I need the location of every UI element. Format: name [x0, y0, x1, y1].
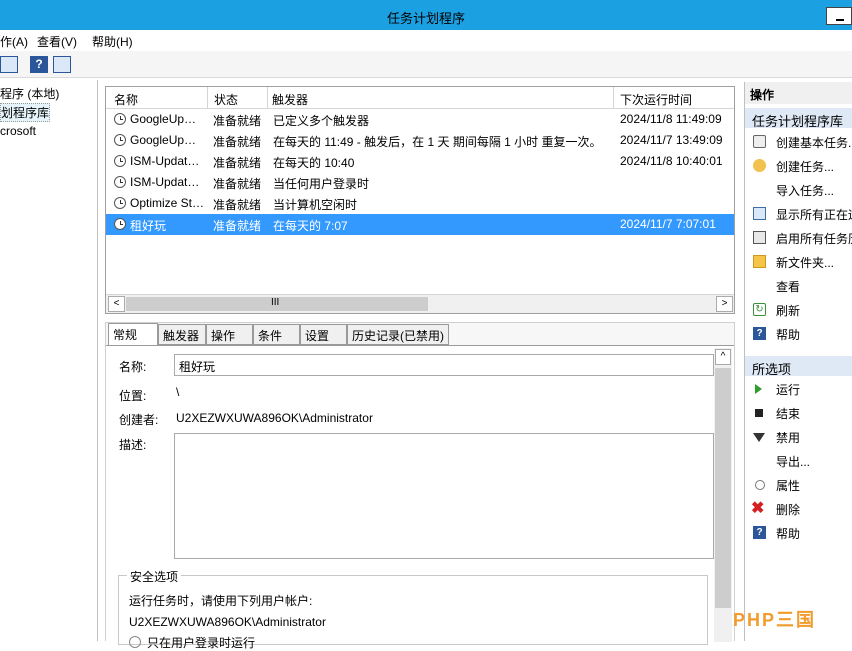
properties-icon: [755, 480, 765, 490]
run-as-user: U2XEZWXUWA896OK\Administrator: [129, 615, 326, 629]
task-list: 名称 状态 触发器 下次运行时间 GoogleUp… 准备就绪 已定义多个触发器…: [105, 86, 735, 314]
disable-icon: [753, 433, 765, 442]
tab-actions[interactable]: 操作: [206, 324, 253, 345]
scroll-left-icon[interactable]: <: [108, 296, 125, 312]
author-value: U2XEZWXUWA896OK\Administrator: [176, 411, 373, 425]
task-detail-pane: 常规 触发器 操作 条件 设置 历史记录(已禁用) 名称: 租好玩 位置: \ …: [105, 322, 735, 650]
description-field[interactable]: [174, 433, 714, 559]
action-end[interactable]: 结束: [745, 402, 852, 424]
action-delete[interactable]: ✖ 删除: [745, 498, 852, 520]
menu-help[interactable]: 帮助(H): [92, 33, 133, 50]
actions-header: 操作: [745, 82, 852, 104]
table-row[interactable]: GoogleUp… 准备就绪 已定义多个触发器 2024/11/8 11:49:…: [106, 109, 734, 130]
task-list-header: 名称 状态 触发器 下次运行时间: [106, 87, 734, 109]
column-next-run[interactable]: 下次运行时间: [620, 91, 692, 108]
location-value: \: [176, 385, 180, 399]
action-run[interactable]: 运行: [745, 378, 852, 400]
security-legend: 安全选项: [127, 568, 182, 585]
action-new-folder[interactable]: 新文件夹...: [745, 251, 852, 273]
clock-icon: [114, 155, 126, 167]
scroll-thumb[interactable]: [715, 368, 731, 608]
description-label: 描述:: [119, 438, 147, 452]
horizontal-scrollbar[interactable]: < III >: [106, 294, 734, 313]
watermark-logo: PHP三国: [733, 610, 817, 630]
radio-logged-on[interactable]: [129, 636, 141, 648]
menu-view[interactable]: 查看(V): [37, 33, 77, 50]
action-help[interactable]: ? 帮助: [745, 323, 852, 345]
clock-icon: [114, 218, 126, 230]
column-trigger[interactable]: 触发器: [272, 91, 308, 108]
tab-conditions[interactable]: 条件: [253, 324, 300, 345]
general-tab-content: 名称: 租好玩 位置: \ 创建者: U2XEZWXUWA896OK\Admin…: [106, 345, 734, 650]
center-pane: 名称 状态 触发器 下次运行时间 GoogleUp… 准备就绪 已定义多个触发器…: [105, 86, 735, 650]
wizard-icon: [753, 135, 766, 148]
actions-section-selected: 所选项: [745, 356, 852, 376]
table-row[interactable]: GoogleUp… 准备就绪 在每天的 11:49 - 触发后，在 1 天 期间…: [106, 130, 734, 151]
task-icon: [753, 159, 766, 172]
menu-bar: 作(A) 查看(V) 帮助(H): [0, 30, 852, 51]
action-display-running[interactable]: 显示所有正在运: [745, 203, 852, 225]
actions-section-library: 任务计划程序库: [745, 108, 852, 128]
author-label: 创建者:: [119, 413, 159, 427]
menu-action[interactable]: 作(A): [0, 33, 28, 50]
action-create-task[interactable]: 创建任务...: [745, 155, 852, 177]
action-import-task[interactable]: 导入任务...: [745, 179, 852, 201]
folder-icon: [753, 255, 766, 268]
tree-item-microsoft[interactable]: crosoft: [0, 124, 36, 138]
run-as-text: 运行任务时，请使用下列用户帐户:: [129, 594, 313, 608]
actions-pane: 操作 任务计划程序库 创建基本任务... 创建任务... 导入任务... 显示所…: [744, 82, 852, 641]
clock-icon: [114, 113, 126, 125]
action-properties[interactable]: 属性: [745, 474, 852, 496]
minimize-button[interactable]: [826, 7, 852, 25]
clock-icon: [114, 197, 126, 209]
refresh-icon: ↻: [753, 303, 766, 316]
name-label: 名称:: [119, 360, 147, 374]
toolbar: ?: [0, 51, 852, 78]
show-hide-action-pane-icon[interactable]: [53, 56, 71, 73]
scroll-thumb[interactable]: III: [126, 297, 428, 311]
tab-settings[interactable]: 设置: [300, 324, 347, 345]
column-name[interactable]: 名称: [114, 91, 138, 108]
action-export[interactable]: 导出...: [745, 450, 852, 472]
tab-history[interactable]: 历史记录(已禁用): [347, 324, 449, 345]
tree-item-local[interactable]: 程序 (本地): [0, 85, 59, 102]
tab-general[interactable]: 常规: [108, 323, 158, 346]
table-row[interactable]: ISM-Updat… 准备就绪 在每天的 10:40 2024/11/8 10:…: [106, 151, 734, 172]
action-help-selected[interactable]: ? 帮助: [745, 522, 852, 544]
security-options-group: 安全选项 运行任务时，请使用下列用户帐户: U2XEZWXUWA896OK\Ad…: [118, 568, 708, 650]
list-icon: [753, 207, 766, 220]
action-disable[interactable]: 禁用: [745, 426, 852, 448]
vertical-scrollbar[interactable]: ^: [714, 348, 732, 642]
scroll-up-icon[interactable]: ^: [715, 349, 731, 365]
help-icon[interactable]: ?: [30, 56, 48, 73]
radio-logged-on-label: 只在用户登录时运行: [147, 636, 256, 650]
action-create-basic-task[interactable]: 创建基本任务...: [745, 131, 852, 153]
scroll-right-icon[interactable]: >: [716, 296, 733, 312]
tree-item-library[interactable]: 划程序库: [0, 103, 51, 122]
help-icon: ?: [753, 327, 766, 340]
location-label: 位置:: [119, 389, 147, 403]
help-icon: ?: [753, 526, 766, 539]
history-icon: [753, 231, 766, 244]
action-enable-history[interactable]: 启用所有任务历: [745, 227, 852, 249]
tab-triggers[interactable]: 触发器: [158, 324, 206, 345]
navigation-tree: 程序 (本地) 划程序库 crosoft: [0, 80, 98, 641]
show-hide-tree-icon[interactable]: [0, 56, 18, 73]
title-bar: 任务计划程序: [0, 0, 852, 30]
clock-icon: [114, 176, 126, 188]
run-icon: [755, 384, 762, 394]
action-view[interactable]: 查看: [745, 275, 852, 297]
table-row[interactable]: Optimize St… 准备就绪 当计算机空闲时: [106, 193, 734, 214]
clock-icon: [114, 134, 126, 146]
table-row[interactable]: ISM-Updat… 准备就绪 当任何用户登录时: [106, 172, 734, 193]
window-title: 任务计划程序: [386, 11, 465, 26]
column-status[interactable]: 状态: [214, 91, 238, 108]
action-refresh[interactable]: ↻ 刷新: [745, 299, 852, 321]
task-name-field[interactable]: 租好玩: [174, 354, 714, 376]
delete-icon: ✖: [751, 500, 765, 517]
stop-icon: [755, 409, 763, 417]
table-row-selected[interactable]: 租好玩 准备就绪 在每天的 7:07 2024/11/7 7:07:01: [106, 214, 734, 235]
